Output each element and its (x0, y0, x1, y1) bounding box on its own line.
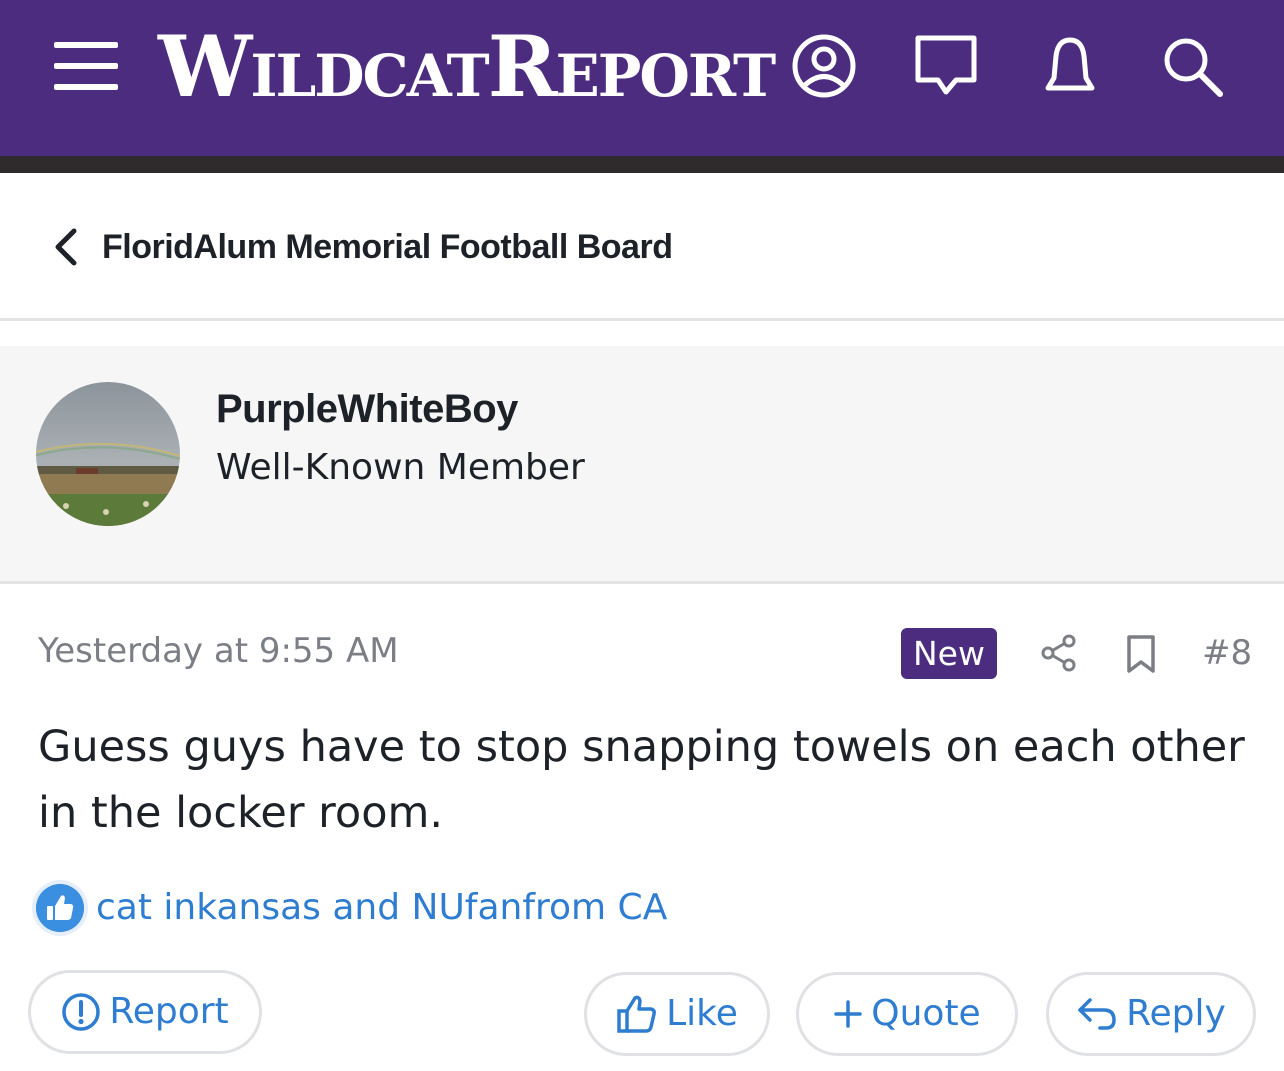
post-author-block: PurpleWhiteBoy Well-Known Member (0, 346, 1284, 584)
reactions-list-link[interactable]: cat inkansas and NUfanfrom CA (96, 884, 667, 932)
site-logo[interactable]: W ILDCAT R EPORT (158, 22, 776, 112)
post-author-title: Well-Known Member (216, 447, 585, 488)
breadcrumb-forum-link[interactable]: FloridAlum Memorial Football Board (102, 225, 673, 269)
thumbs-up-icon (617, 995, 657, 1033)
plus-icon (834, 1000, 863, 1028)
like-button[interactable]: Like (584, 972, 770, 1056)
messages-icon[interactable] (910, 30, 982, 102)
account-icon[interactable] (788, 30, 860, 102)
alerts-icon[interactable] (1034, 30, 1106, 102)
search-icon[interactable] (1156, 30, 1228, 102)
top-bar: W ILDCAT R EPORT (0, 0, 1284, 156)
share-icon[interactable] (1038, 632, 1080, 674)
post-author-name[interactable]: PurpleWhiteBoy (216, 384, 518, 434)
reply-button[interactable]: Reply (1046, 972, 1256, 1056)
post-timestamp[interactable]: Yesterday at 9:55 AM (38, 628, 399, 674)
like-label: Like (666, 993, 738, 1034)
thumbs-up-icon (36, 884, 84, 932)
post-number-link[interactable]: #8 (1202, 630, 1252, 676)
report-label: Report (109, 991, 229, 1032)
avatar[interactable] (36, 382, 180, 526)
new-badge: New (901, 628, 997, 679)
breadcrumb[interactable]: FloridAlum Memorial Football Board (0, 173, 1284, 321)
bookmark-icon[interactable] (1124, 634, 1158, 674)
hamburger-menu-icon[interactable] (54, 42, 118, 90)
reply-arrow-icon (1078, 998, 1116, 1030)
alert-circle-icon (62, 993, 101, 1031)
chevron-left-icon[interactable] (48, 225, 84, 269)
post-content: Guess guys have to stop snapping towels … (38, 722, 1245, 838)
quote-label: Quote (871, 993, 981, 1034)
header-stripe (0, 156, 1284, 173)
report-button[interactable]: Report (28, 970, 262, 1054)
reply-label: Reply (1126, 993, 1226, 1034)
quote-button[interactable]: Quote (796, 972, 1018, 1056)
